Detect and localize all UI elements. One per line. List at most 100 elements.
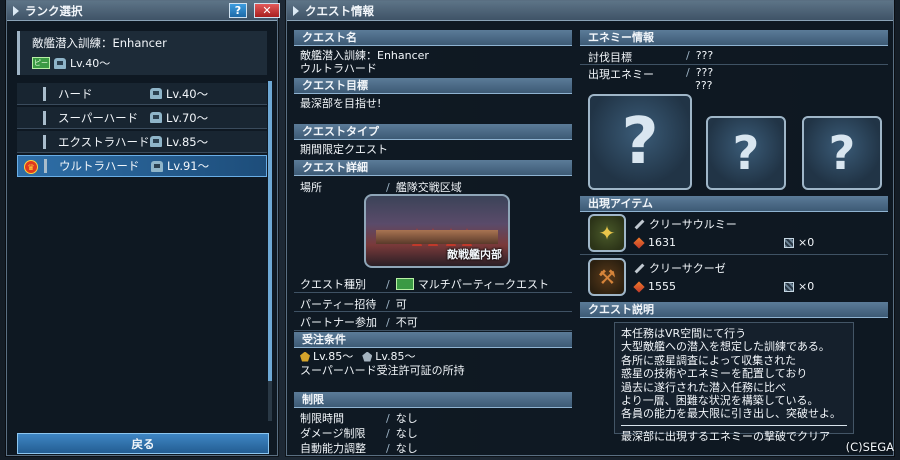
title-arrow-icon [293, 5, 299, 16]
rank-item-super-hard[interactable]: スーパーハード Lv.70～ [17, 107, 267, 129]
desc-line: 過去に遂行された潜入任務に比べ [621, 380, 786, 394]
location-label: 場所 [300, 181, 322, 194]
grind-icon [784, 237, 794, 248]
rank-item-hard[interactable]: ハード Lv.40～ [17, 83, 267, 105]
rank-level: Lv.85～ [166, 134, 209, 149]
appear-enemy-row: /??? [686, 66, 714, 79]
appear-enemy-value1: ??? [695, 66, 714, 79]
rod-icon [634, 219, 645, 229]
item-card-2[interactable]: ⚒ クリーサクーゼ 1555 ×0 [588, 258, 878, 296]
quest-name-line1: 敵艦潜入訓練：Enhancer [300, 49, 429, 62]
conditions-text: スーパーハード受注許可証の所持 [300, 364, 465, 377]
damage-limit-row: / なし [386, 427, 418, 440]
appear-enemy-label: 出現エネミー [588, 68, 654, 81]
auto-adjust-value: なし [395, 442, 418, 455]
item-weapon-icon: ✦ [588, 214, 626, 252]
category-value-row: / マルチパーティークエスト [386, 277, 550, 292]
damage-limit-label: ダメージ制限 [300, 427, 366, 440]
location-value-row: / 艦隊交戦区域 [386, 181, 462, 194]
time-limit-label: 制限時間 [300, 412, 344, 425]
location-caption: 敵戦艦内部 [447, 248, 502, 261]
enemy-info-header: エネミー情報 [580, 30, 888, 46]
desc-line: 惑星の技術やエネミーを配置しており [621, 367, 808, 381]
unknown-enemy-icon[interactable]: ? [802, 116, 882, 190]
copyright: (C)SEGA [845, 440, 894, 454]
description-box: 本任務はVR空間にて行う 大型敵艦への潜入を想定した訓練である。 各所に惑星調査… [614, 322, 854, 443]
info-panel-titlebar: クエスト情報 [287, 1, 893, 21]
unknown-enemy-large-icon[interactable]: ? [588, 94, 692, 190]
cond-level-main: Lv.85～ [313, 350, 354, 363]
rank-level: Lv.91～ [167, 159, 210, 173]
attack-icon [633, 236, 645, 249]
desc-line: 各員の能力を最大限に引き出し、突破せよ。 [621, 407, 841, 421]
item-number: 1555 [648, 280, 676, 293]
rank-marker [44, 159, 47, 173]
selected-quest-name: 敵艦潜入訓練：Enhancer [32, 36, 167, 50]
rank-label: ハード [58, 86, 93, 101]
partner-label: パートナー参加 [300, 316, 377, 329]
level-icon [150, 88, 162, 99]
target-label: 討伐目標 [588, 51, 632, 64]
selected-quest-level: Lv.40～ [70, 57, 111, 70]
selected-quest-header: 敵艦潜入訓練：Enhancer ピー Lv.40～ [17, 31, 267, 75]
desc-line: 大型敵艦への潜入を想定した訓練である。 [621, 340, 830, 354]
objective-text: 最深部を目指せ! [300, 97, 382, 110]
time-limit-row: / なし [386, 412, 418, 425]
info-panel-title: クエスト情報 [305, 3, 374, 18]
rank-item-extra-hard[interactable]: エクストラハード Lv.85～ [17, 131, 267, 153]
rank-panel-title: ランク選択 [25, 3, 83, 18]
target-row: /??? [686, 49, 714, 62]
location-thumbnail: 敵戦艦内部 [364, 194, 510, 268]
attack-icon [633, 280, 645, 293]
quest-type-badge-icon [395, 278, 414, 290]
rank-list: ハード Lv.40～ スーパーハード Lv.70～ エクストラハード Lv.85… [17, 83, 267, 179]
item-number: 1631 [648, 236, 676, 249]
desc-separator [621, 424, 847, 426]
scrollbar-thumb[interactable] [268, 81, 272, 381]
quest-name-line2: ウルトラハード [300, 62, 377, 75]
damage-limit-value: なし [395, 427, 418, 440]
divider [580, 64, 888, 65]
party-invite-row: / 可 [386, 298, 407, 311]
rank-select-panel: ランク選択 ? ✕ 敵艦潜入訓練：Enhancer ピー Lv.40～ ハード … [6, 0, 280, 456]
partner-value: 不可 [395, 316, 418, 329]
auto-adjust-label: 自動能力調整 [300, 442, 366, 455]
partner-row: / 不可 [386, 316, 418, 329]
quest-type-text: 期間限定クエスト [300, 143, 388, 156]
auto-adjust-row: / なし [386, 442, 418, 455]
category-value: マルチパーティークエスト [417, 278, 550, 291]
rank-label: エクストラハード [58, 134, 150, 149]
desc-line: 各所に惑星調査によって収集された [621, 353, 797, 367]
divider [294, 292, 572, 293]
rank-item-ultra-hard[interactable]: ♛ ウルトラハード Lv.91～ [17, 155, 267, 177]
title-arrow-icon [13, 5, 19, 16]
back-button[interactable]: 戻る [17, 433, 269, 454]
desc-line: より一層、困難な状況を構築している。 [621, 394, 819, 408]
item-count: ×0 [798, 280, 815, 293]
item-count: ×0 [798, 236, 815, 249]
sub-class-level-icon [362, 351, 373, 362]
unknown-enemy-icon[interactable]: ? [706, 116, 786, 190]
desc-line: 本任務はVR空間にて行う [621, 327, 747, 340]
help-button[interactable]: ? [229, 3, 247, 18]
rank-level: Lv.70～ [166, 110, 209, 125]
objective-header: クエスト目標 [294, 78, 572, 94]
target-value: ??? [695, 49, 714, 62]
rank-label: ウルトラハード [59, 159, 140, 173]
main-class-level-icon [300, 351, 310, 362]
level-icon [150, 136, 162, 147]
quest-detail-header: クエスト詳細 [294, 160, 572, 176]
rank-marker [43, 134, 46, 149]
appear-enemy-value2: ??? [695, 79, 713, 92]
location-value: 艦隊交戦区域 [395, 181, 462, 194]
level-icon [54, 57, 66, 69]
rod-icon [634, 263, 645, 273]
item-card-1[interactable]: ✦ クリーサウルミー 1631 ×0 [588, 214, 878, 252]
rank-marker [43, 110, 46, 125]
quest-type-header: クエストタイプ [294, 124, 572, 140]
desc-goal: 最深部に出現するエネミーの撃破でクリア [621, 429, 830, 443]
close-button[interactable]: ✕ [254, 3, 280, 18]
divider [580, 254, 888, 255]
time-limit-value: なし [395, 412, 418, 425]
rank-marker [43, 86, 46, 101]
